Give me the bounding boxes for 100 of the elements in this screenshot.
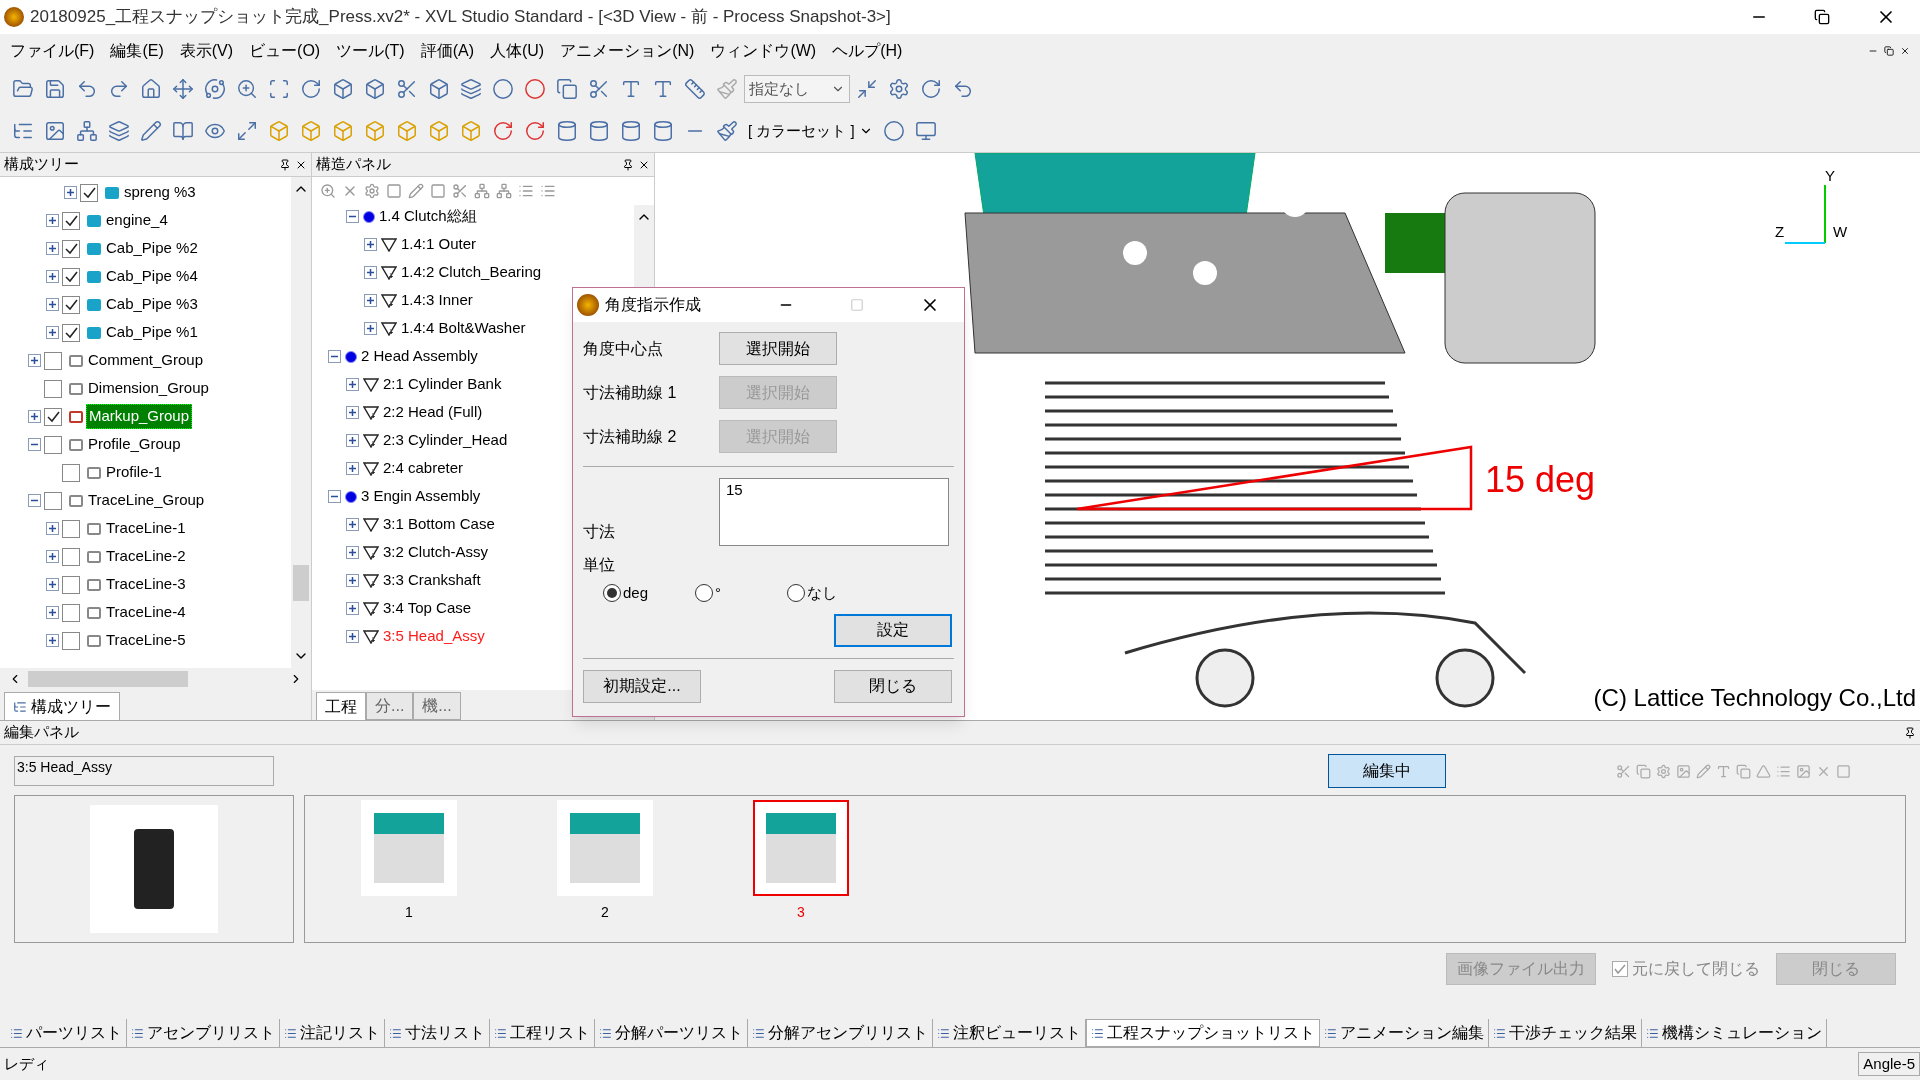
list-tab[interactable]: 分解パーツリスト [595,1019,748,1047]
scrollbar[interactable] [291,177,311,668]
toolbar-icon[interactable] [496,183,512,199]
expand-toggle[interactable] [46,550,59,563]
unit-radio[interactable]: ° [695,582,757,605]
checkbox[interactable] [62,603,80,622]
checkbox[interactable] [62,519,80,538]
toolbar-icon[interactable] [364,183,380,199]
select-start-button[interactable]: 選択開始 [719,332,837,365]
scroll-thumb[interactable] [28,671,188,687]
menu-item[interactable]: ヘルプ(H) [832,39,903,63]
toolbar-icon[interactable] [518,183,534,199]
collapse-toggle[interactable] [28,494,41,507]
toolbar-icon[interactable] [474,183,490,199]
tree-item[interactable]: TraceLine-3 [104,573,188,596]
tree-item[interactable]: 3:1 Bottom Case [383,513,495,536]
apply-button[interactable]: 設定 [834,613,952,647]
list-tab[interactable]: 工程リスト [490,1019,595,1047]
expand-toggle[interactable] [346,574,359,587]
dimension-field[interactable]: 15 [719,478,949,546]
snapshot-thumbnail[interactable] [753,800,849,896]
collapse-toggle[interactable] [28,438,41,451]
tree-item[interactable]: spreng %3 [122,181,198,204]
tree-item[interactable]: Markup_Group [86,404,193,429]
checkbox[interactable] [44,407,62,426]
expand-toggle[interactable] [346,630,359,643]
list-tab[interactable]: アニメーション編集 [1320,1019,1489,1047]
expand-toggle[interactable] [64,186,77,199]
tree-item[interactable]: TraceLine_Group [86,489,207,512]
collapse-toggle[interactable] [328,490,341,503]
expand-toggle[interactable] [364,266,377,279]
expand-toggle[interactable] [46,326,59,339]
tree-item[interactable]: Cab_Pipe %4 [104,265,200,288]
expand-toggle[interactable] [364,322,377,335]
tree-item[interactable]: 3:3 Crankshaft [383,569,481,592]
expand-toggle[interactable] [346,462,359,475]
pin-icon[interactable] [279,158,291,171]
menu-item[interactable]: ファイル(F) [10,39,95,63]
panel-tab[interactable]: 工程 [316,692,366,720]
collapse-toggle[interactable] [328,350,341,363]
list-tab[interactable]: パーツリスト [6,1019,127,1047]
tree-item[interactable]: 1.4:1 Outer [401,233,477,256]
tree-item[interactable]: 1.4 Clutch総組 [379,205,477,228]
restore-icon[interactable] [1884,46,1894,56]
tree-item[interactable]: Dimension_Group [86,377,211,400]
tree-item[interactable]: 2 Head Assembly [361,345,478,368]
tree-item[interactable]: 1.4:4 Bolt&Washer [401,317,526,340]
menu-item[interactable]: アニメーション(N) [560,39,695,63]
scroll-thumb[interactable] [293,564,309,601]
expand-toggle[interactable] [46,214,59,227]
tree-item[interactable]: Cab_Pipe %3 [104,293,200,316]
tree-item[interactable]: 2:1 Cylinder Bank [383,373,502,396]
restore-icon[interactable] [1814,9,1830,25]
checkbox[interactable] [62,575,80,594]
collapse-toggle[interactable] [346,210,359,223]
menu-item[interactable]: 人体(U) [489,39,545,63]
list-tab[interactable]: 機構シミュレーション [1642,1019,1827,1047]
color-set-dropdown[interactable]: [ カラーセット ] [744,117,877,145]
expand-toggle[interactable] [346,406,359,419]
list-tab[interactable]: 干渉チェック結果 [1489,1019,1642,1047]
expand-toggle[interactable] [346,602,359,615]
tree-item[interactable]: 3:5 Head_Assy [383,625,485,648]
expand-toggle[interactable] [28,354,41,367]
tree-item[interactable]: Comment_Group [86,349,206,372]
checkbox[interactable] [62,323,80,342]
expand-toggle[interactable] [28,410,41,423]
tree-item[interactable]: TraceLine-1 [104,517,188,540]
tree-item[interactable]: 2:4 cabreter [383,457,464,480]
list-tab[interactable]: 注記リスト [280,1019,385,1047]
menu-item[interactable]: 評価(A) [420,39,474,63]
close-icon[interactable] [1900,46,1910,56]
tree-item[interactable]: TraceLine-4 [104,601,188,624]
checkbox[interactable] [62,547,80,566]
checkbox[interactable] [62,211,80,230]
expand-toggle[interactable] [346,518,359,531]
pin-icon[interactable] [1904,726,1916,739]
menu-item[interactable]: ツール(T) [336,39,405,63]
checkbox[interactable] [62,631,80,650]
checkbox[interactable] [44,435,62,454]
close-button[interactable]: 閉じる [834,669,952,703]
expand-toggle[interactable] [46,578,59,591]
toolbar-icon[interactable] [408,183,424,199]
tree-item[interactable]: 3:2 Clutch-Assy [383,541,489,564]
checkbox[interactable] [44,491,62,510]
tree-item[interactable]: 1.4:2 Clutch_Bearing [401,261,542,284]
tree-item[interactable]: 3 Engin Assembly [361,485,481,508]
pin-icon[interactable] [622,158,634,171]
expand-toggle[interactable] [364,294,377,307]
expand-toggle[interactable] [46,270,59,283]
expand-toggle[interactable] [46,298,59,311]
list-tab[interactable]: 分解アセンブリリスト [748,1019,933,1047]
checkbox[interactable] [62,239,80,258]
panel-tab[interactable]: 分... [366,692,414,720]
checkbox[interactable] [62,295,80,314]
expand-toggle[interactable] [46,242,59,255]
menu-item[interactable]: ウィンドウ(W) [710,39,817,63]
view-dropdown[interactable]: 指定なし [744,75,850,103]
checkbox[interactable] [44,379,62,398]
unit-radio[interactable]: なし [787,582,849,605]
expand-toggle[interactable] [46,606,59,619]
